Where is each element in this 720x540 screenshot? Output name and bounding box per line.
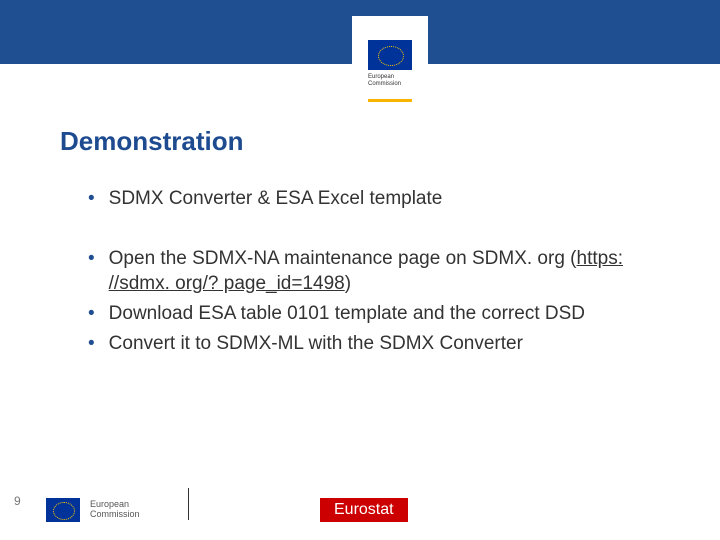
bullet-text-pre: Open the SDMX-NA maintenance page on SDM… bbox=[109, 248, 577, 269]
bullet-text: Convert it to SDMX-ML with the SDMX Conv… bbox=[109, 332, 523, 356]
eu-flag-icon bbox=[368, 40, 412, 70]
bullet-dot-icon: • bbox=[88, 187, 95, 211]
eu-flag-icon bbox=[46, 498, 80, 522]
bullet-dot-icon: • bbox=[88, 332, 95, 356]
page-number: 9 bbox=[14, 494, 21, 508]
bullet-dot-icon: • bbox=[88, 302, 95, 326]
content-area: • SDMX Converter & ESA Excel template • … bbox=[88, 187, 660, 357]
ec-logo-line2: Commission bbox=[90, 509, 140, 519]
ec-logo-line2: Commission bbox=[368, 81, 401, 87]
ec-logo-footer: European Commission bbox=[46, 498, 140, 522]
header-band: European Commission bbox=[0, 0, 720, 64]
bullet-item: • Open the SDMX-NA maintenance page on S… bbox=[88, 247, 660, 296]
footer-divider bbox=[188, 488, 189, 520]
logo-underline bbox=[368, 99, 412, 102]
footer: 9 European Commission Eurostat bbox=[0, 476, 720, 522]
bullet-text: Download ESA table 0101 template and the… bbox=[109, 302, 585, 326]
bullet-item: • SDMX Converter & ESA Excel template bbox=[88, 187, 660, 211]
bullet-text: Open the SDMX-NA maintenance page on SDM… bbox=[109, 247, 660, 296]
ec-logo-line1: European bbox=[90, 499, 129, 509]
bullet-dot-icon: • bbox=[88, 247, 95, 296]
ec-logo-top: European Commission bbox=[352, 16, 428, 96]
slide-title: Demonstration bbox=[60, 126, 720, 157]
eurostat-badge: Eurostat bbox=[320, 498, 408, 522]
ec-logo-text: European Commission bbox=[368, 74, 412, 87]
bullet-text-post: ) bbox=[345, 273, 351, 294]
bullet-text: SDMX Converter & ESA Excel template bbox=[109, 187, 443, 211]
ec-logo-line1: European bbox=[368, 74, 394, 80]
bullet-item: • Convert it to SDMX-ML with the SDMX Co… bbox=[88, 332, 660, 356]
ec-logo-footer-text: European Commission bbox=[90, 500, 140, 520]
bullet-item: • Download ESA table 0101 template and t… bbox=[88, 302, 660, 326]
